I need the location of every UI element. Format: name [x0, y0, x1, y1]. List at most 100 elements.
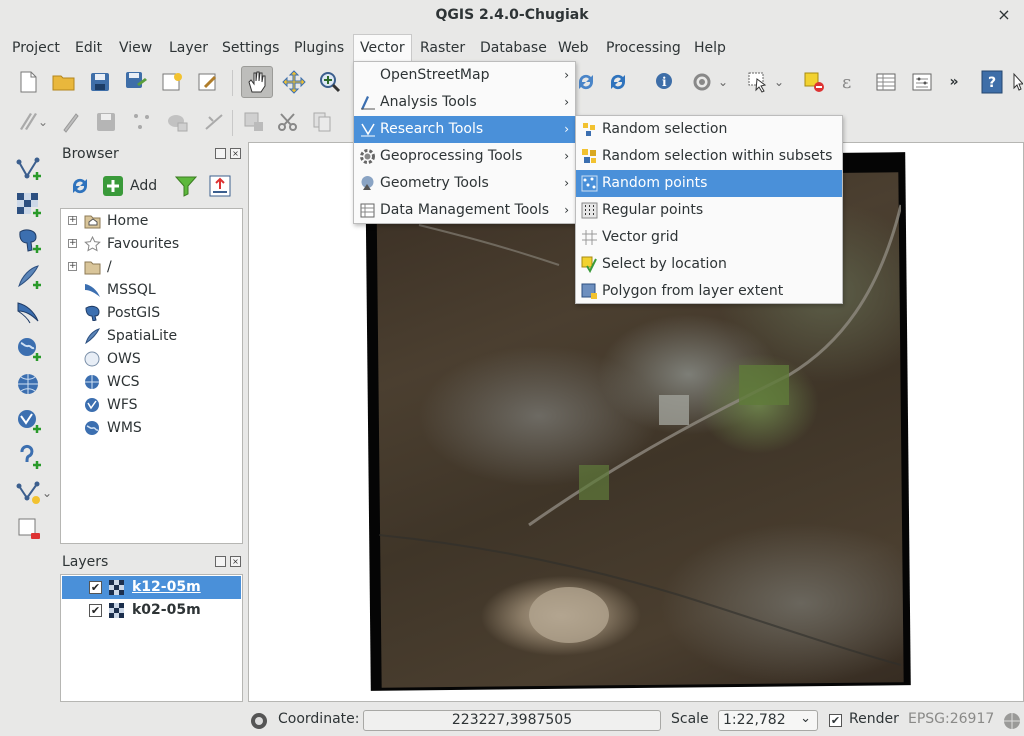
refresh-icon[interactable]	[572, 68, 600, 96]
expand-icon[interactable]: +	[68, 262, 77, 271]
tree-item-home[interactable]: + Home	[61, 210, 241, 232]
save-project-icon[interactable]	[86, 68, 114, 96]
tree-item-wms[interactable]: WMS	[61, 417, 241, 439]
menu-plugins[interactable]: Plugins	[288, 34, 350, 62]
whats-this-icon[interactable]	[1012, 68, 1024, 96]
tree-item-ows[interactable]: OWS	[61, 348, 241, 370]
cut-features-icon[interactable]	[274, 108, 302, 136]
close-window-button[interactable]: ×	[992, 0, 1016, 30]
tree-item-mssql[interactable]: MSSQL	[61, 279, 241, 301]
zoom-in-icon[interactable]	[316, 68, 344, 96]
add-mssql-layer-icon[interactable]	[14, 298, 44, 328]
add-wms-layer-icon[interactable]	[14, 334, 44, 364]
collapse-all-icon[interactable]	[206, 172, 234, 200]
coordinate-field[interactable]: 223227,3987505	[363, 710, 661, 731]
close-panel-button[interactable]: ×	[230, 556, 241, 567]
menu-item-geometry-tools[interactable]: Geometry Tools ›	[354, 170, 575, 197]
new-layer-dropdown-icon[interactable]: ⌄	[40, 478, 54, 508]
menu-view[interactable]: View	[113, 34, 158, 62]
menu-item-random-selection[interactable]: Random selection	[576, 116, 842, 143]
node-tool-icon[interactable]	[200, 108, 228, 136]
menu-layer[interactable]: Layer	[163, 34, 214, 62]
save-as-icon[interactable]	[122, 68, 150, 96]
pan-to-selection-icon[interactable]	[280, 68, 308, 96]
toggle-editing-icon[interactable]	[56, 108, 84, 136]
edits-dropdown-icon[interactable]: ⌄	[36, 112, 50, 132]
crs-status[interactable]: EPSG:26917	[908, 711, 994, 727]
menu-processing[interactable]: Processing	[600, 34, 687, 62]
attribute-table-icon[interactable]	[872, 68, 900, 96]
menu-vector[interactable]: Vector	[353, 34, 412, 62]
float-panel-button[interactable]	[215, 556, 226, 567]
tree-item-postgis[interactable]: PostGIS	[61, 302, 241, 324]
new-project-icon[interactable]	[14, 68, 42, 96]
pan-map-icon[interactable]	[241, 66, 273, 98]
open-project-icon[interactable]	[50, 68, 78, 96]
toolbar-overflow-icon[interactable]: »	[944, 68, 964, 96]
menu-item-openstreetmap[interactable]: OpenStreetMap ›	[354, 62, 575, 89]
menu-item-research-tools[interactable]: Research Tools ›	[354, 116, 575, 143]
delete-selected-icon[interactable]	[240, 108, 268, 136]
tree-item-spatialite[interactable]: SpatiaLite	[61, 325, 241, 347]
scale-combobox[interactable]: 1:22,782 ⌄	[718, 710, 818, 731]
close-panel-button[interactable]: ×	[230, 148, 241, 159]
menu-web[interactable]: Web	[552, 34, 595, 62]
tree-item-root[interactable]: + /	[61, 256, 241, 278]
statistics-icon[interactable]	[908, 68, 936, 96]
crs-globe-icon[interactable]	[1002, 711, 1022, 731]
tree-item-wcs[interactable]: WCS	[61, 371, 241, 393]
action-icon[interactable]	[688, 68, 716, 96]
menu-item-data-management-tools[interactable]: Data Management Tools ›	[354, 197, 575, 224]
layer-item[interactable]: ✔ k12-05m	[62, 576, 241, 599]
action-dropdown-icon[interactable]: ⌄	[716, 72, 730, 92]
render-checkbox[interactable]: ✔	[829, 714, 842, 727]
menu-raster[interactable]: Raster	[414, 34, 471, 62]
float-panel-button[interactable]	[215, 148, 226, 159]
layer-item[interactable]: ✔ k02-05m	[62, 599, 241, 622]
menu-item-polygon-from-layer-extent[interactable]: Polygon from layer extent	[576, 278, 842, 305]
menu-item-analysis-tools[interactable]: Analysis Tools ›	[354, 89, 575, 116]
add-postgis-layer-icon[interactable]	[14, 226, 44, 256]
menu-item-select-by-location[interactable]: Select by location	[576, 251, 842, 278]
select-features-icon[interactable]	[744, 68, 772, 96]
menu-help[interactable]: Help	[688, 34, 732, 62]
layer-visibility-checkbox[interactable]: ✔	[89, 604, 102, 617]
add-spatialite-layer-icon[interactable]	[14, 262, 44, 292]
new-print-composer-icon[interactable]	[158, 68, 186, 96]
identify-icon[interactable]: i	[651, 68, 679, 96]
menu-item-random-points[interactable]: Random points	[576, 170, 842, 197]
menu-item-geoprocessing-tools[interactable]: Geoprocessing Tools ›	[354, 143, 575, 170]
add-wcs-layer-icon[interactable]	[14, 370, 44, 400]
menu-database[interactable]: Database	[474, 34, 553, 62]
refresh-map-icon[interactable]	[604, 68, 632, 96]
select-dropdown-icon[interactable]: ⌄	[772, 72, 786, 92]
add-delimited-text-layer-icon[interactable]	[14, 442, 44, 472]
save-edits-icon[interactable]	[92, 108, 120, 136]
add-raster-layer-icon[interactable]	[14, 190, 44, 220]
tree-item-favourites[interactable]: + Favourites	[61, 233, 241, 255]
filter-icon[interactable]	[172, 172, 200, 200]
layer-visibility-checkbox[interactable]: ✔	[89, 581, 102, 594]
expand-icon[interactable]: +	[68, 239, 77, 248]
menu-settings[interactable]: Settings	[216, 34, 285, 62]
add-selected-layers-button[interactable]: Add	[102, 172, 162, 200]
help-icon[interactable]: ?	[978, 68, 1006, 96]
expand-icon[interactable]: +	[68, 216, 77, 225]
remove-layer-icon[interactable]	[14, 514, 44, 544]
messages-icon[interactable]	[249, 711, 269, 731]
menu-edit[interactable]: Edit	[69, 34, 108, 62]
refresh-icon[interactable]	[66, 172, 94, 200]
composer-manager-icon[interactable]	[194, 68, 222, 96]
add-wfs-layer-icon[interactable]	[14, 406, 44, 436]
tree-item-wfs[interactable]: WFS	[61, 394, 241, 416]
menu-item-random-selection-within-subsets[interactable]: Random selection within subsets	[576, 143, 842, 170]
menu-project[interactable]: Project	[6, 34, 66, 62]
copy-features-icon[interactable]	[308, 108, 336, 136]
move-feature-icon[interactable]	[164, 108, 192, 136]
add-feature-icon[interactable]	[128, 108, 156, 136]
field-calculator-icon[interactable]: ε	[836, 68, 864, 96]
menu-item-regular-points[interactable]: Regular points	[576, 197, 842, 224]
deselect-all-icon[interactable]	[800, 68, 828, 96]
menu-item-vector-grid[interactable]: Vector grid	[576, 224, 842, 251]
add-vector-layer-icon[interactable]	[14, 154, 44, 184]
